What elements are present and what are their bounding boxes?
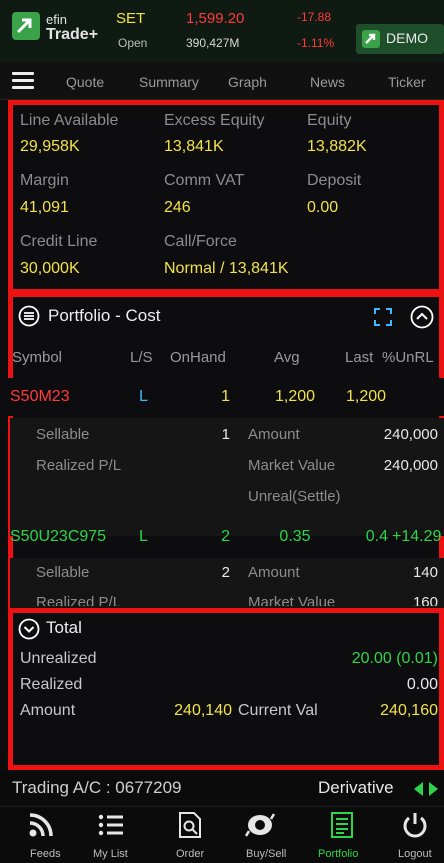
amount-value: 140 bbox=[412, 564, 438, 581]
market-value: 160 bbox=[412, 594, 438, 606]
position-ls: L bbox=[139, 528, 148, 545]
position-avg: 1,200 bbox=[274, 388, 316, 405]
realized-pl-label: Realized P/L bbox=[36, 594, 122, 606]
feeds-icon[interactable] bbox=[27, 811, 55, 844]
order-icon[interactable] bbox=[178, 811, 202, 844]
logout-icon[interactable] bbox=[402, 811, 428, 844]
position-onhand: 2 bbox=[221, 528, 230, 545]
index-change: -17.88 bbox=[297, 10, 332, 24]
realized-pl-label: Realized P/L bbox=[36, 457, 122, 474]
sellable-label: Sellable bbox=[36, 564, 90, 581]
demo-label: DEMO bbox=[386, 30, 428, 46]
hamburger-menu-icon[interactable] bbox=[12, 72, 34, 90]
col-onhand: OnHand bbox=[170, 349, 226, 366]
equity-label: Equity bbox=[307, 112, 352, 129]
credit-line-label: Credit Line bbox=[20, 233, 98, 250]
margin-value: 41,091 bbox=[20, 199, 69, 216]
expand-icon[interactable] bbox=[372, 306, 394, 333]
equity-value: 13,882K bbox=[307, 138, 367, 155]
realized-label: Realized bbox=[20, 676, 83, 693]
tab-my-list[interactable]: My List bbox=[93, 848, 128, 860]
market-value: 240,000 bbox=[383, 457, 438, 474]
current-val-value: 240,160 bbox=[380, 702, 438, 719]
deposit-value: 0.00 bbox=[307, 199, 339, 216]
excess-equity-label: Excess Equity bbox=[164, 112, 265, 129]
sellable-value: 1 bbox=[221, 426, 230, 443]
amount-label: Amount bbox=[248, 564, 300, 581]
amount-label: Amount bbox=[248, 426, 300, 443]
unrealized-value: 20.00 (0.01) bbox=[351, 650, 438, 667]
brand-top: efin bbox=[46, 12, 67, 27]
excess-equity-value: 13,841K bbox=[164, 138, 224, 155]
menu-graph[interactable]: Graph bbox=[228, 74, 267, 90]
amount-label: Amount bbox=[20, 702, 76, 719]
menu-quote[interactable]: Quote bbox=[66, 74, 104, 90]
comm-vat-label: Comm VAT bbox=[164, 172, 245, 189]
line-available-label: Line Available bbox=[20, 112, 119, 129]
amount-value: 240,000 bbox=[383, 426, 438, 443]
position-unrl: +14.29 bbox=[392, 528, 442, 545]
total-title[interactable]: Total bbox=[46, 618, 82, 638]
position-last: 0.4 bbox=[365, 528, 388, 545]
menu-ticker[interactable]: Ticker bbox=[388, 74, 426, 90]
brand-bottom: Trade+ bbox=[46, 26, 99, 43]
market-volume: 390,427M bbox=[186, 36, 240, 50]
app-logo-icon bbox=[12, 12, 40, 40]
deposit-label: Deposit bbox=[307, 172, 362, 189]
tab-logout[interactable]: Logout bbox=[398, 848, 432, 860]
position-onhand: 1 bbox=[221, 388, 230, 405]
my-list-icon[interactable] bbox=[98, 813, 124, 842]
position-symbol[interactable]: S50U23C975 bbox=[10, 528, 106, 546]
product-type[interactable]: Derivative bbox=[318, 778, 394, 798]
realized-value: 0.00 bbox=[406, 676, 438, 693]
portfolio-icon[interactable] bbox=[330, 811, 354, 844]
menu-summary[interactable]: Summary bbox=[139, 74, 199, 90]
collapse-down-icon[interactable] bbox=[18, 618, 40, 645]
tab-buy-sell[interactable]: Buy/Sell bbox=[246, 848, 286, 860]
market-value-label: Market Value bbox=[248, 594, 336, 606]
col-ls: L/S bbox=[130, 349, 153, 366]
comm-vat-value: 246 bbox=[164, 199, 191, 216]
position-ls: L bbox=[139, 388, 148, 405]
list-icon[interactable] bbox=[18, 305, 40, 332]
sellable-label: Sellable bbox=[36, 426, 90, 443]
position-avg: 0.35 bbox=[279, 528, 311, 545]
menu-news[interactable]: News bbox=[310, 74, 345, 90]
tab-order[interactable]: Order bbox=[176, 848, 204, 860]
market-name[interactable]: SET bbox=[116, 10, 145, 27]
position-last: 1,200 bbox=[345, 388, 387, 405]
tab-feeds[interactable]: Feeds bbox=[30, 848, 61, 860]
position-symbol[interactable]: S50M23 bbox=[10, 388, 70, 406]
col-symbol: Symbol bbox=[12, 349, 63, 366]
col-avg: Avg bbox=[274, 349, 300, 366]
collapse-up-icon[interactable] bbox=[410, 305, 434, 334]
call-force-value: Normal / 13,841K bbox=[164, 260, 289, 277]
index-change-pct: -1.11% bbox=[297, 36, 335, 50]
switch-arrows-icon[interactable] bbox=[412, 780, 440, 803]
market-status: Open bbox=[118, 36, 148, 50]
bottom-tab-bar bbox=[0, 806, 444, 863]
portfolio-title[interactable]: Portfolio - Cost bbox=[48, 306, 160, 326]
col-unrl: %UnRL bbox=[382, 349, 434, 366]
buy-sell-icon[interactable] bbox=[244, 812, 276, 843]
call-force-label: Call/Force bbox=[164, 233, 237, 250]
line-available-value: 29,958K bbox=[20, 138, 80, 155]
sellable-value: 2 bbox=[221, 564, 230, 581]
index-value: 1,599.20 bbox=[186, 10, 245, 27]
trading-account[interactable]: Trading A/C : 0677209 bbox=[12, 778, 182, 798]
unreal-settle-label: Unreal(Settle) bbox=[248, 488, 341, 505]
amount-value: 240,140 bbox=[174, 702, 232, 719]
margin-label: Margin bbox=[20, 172, 69, 189]
tab-portfolio[interactable]: Portfolio bbox=[318, 848, 358, 860]
unrealized-label: Unrealized bbox=[20, 650, 97, 667]
col-last: Last bbox=[345, 349, 374, 366]
credit-line-value: 30,000K bbox=[20, 260, 80, 277]
market-value-label: Market Value bbox=[248, 457, 336, 474]
demo-logo-icon bbox=[362, 30, 380, 48]
current-val-label: Current Val bbox=[238, 702, 318, 719]
